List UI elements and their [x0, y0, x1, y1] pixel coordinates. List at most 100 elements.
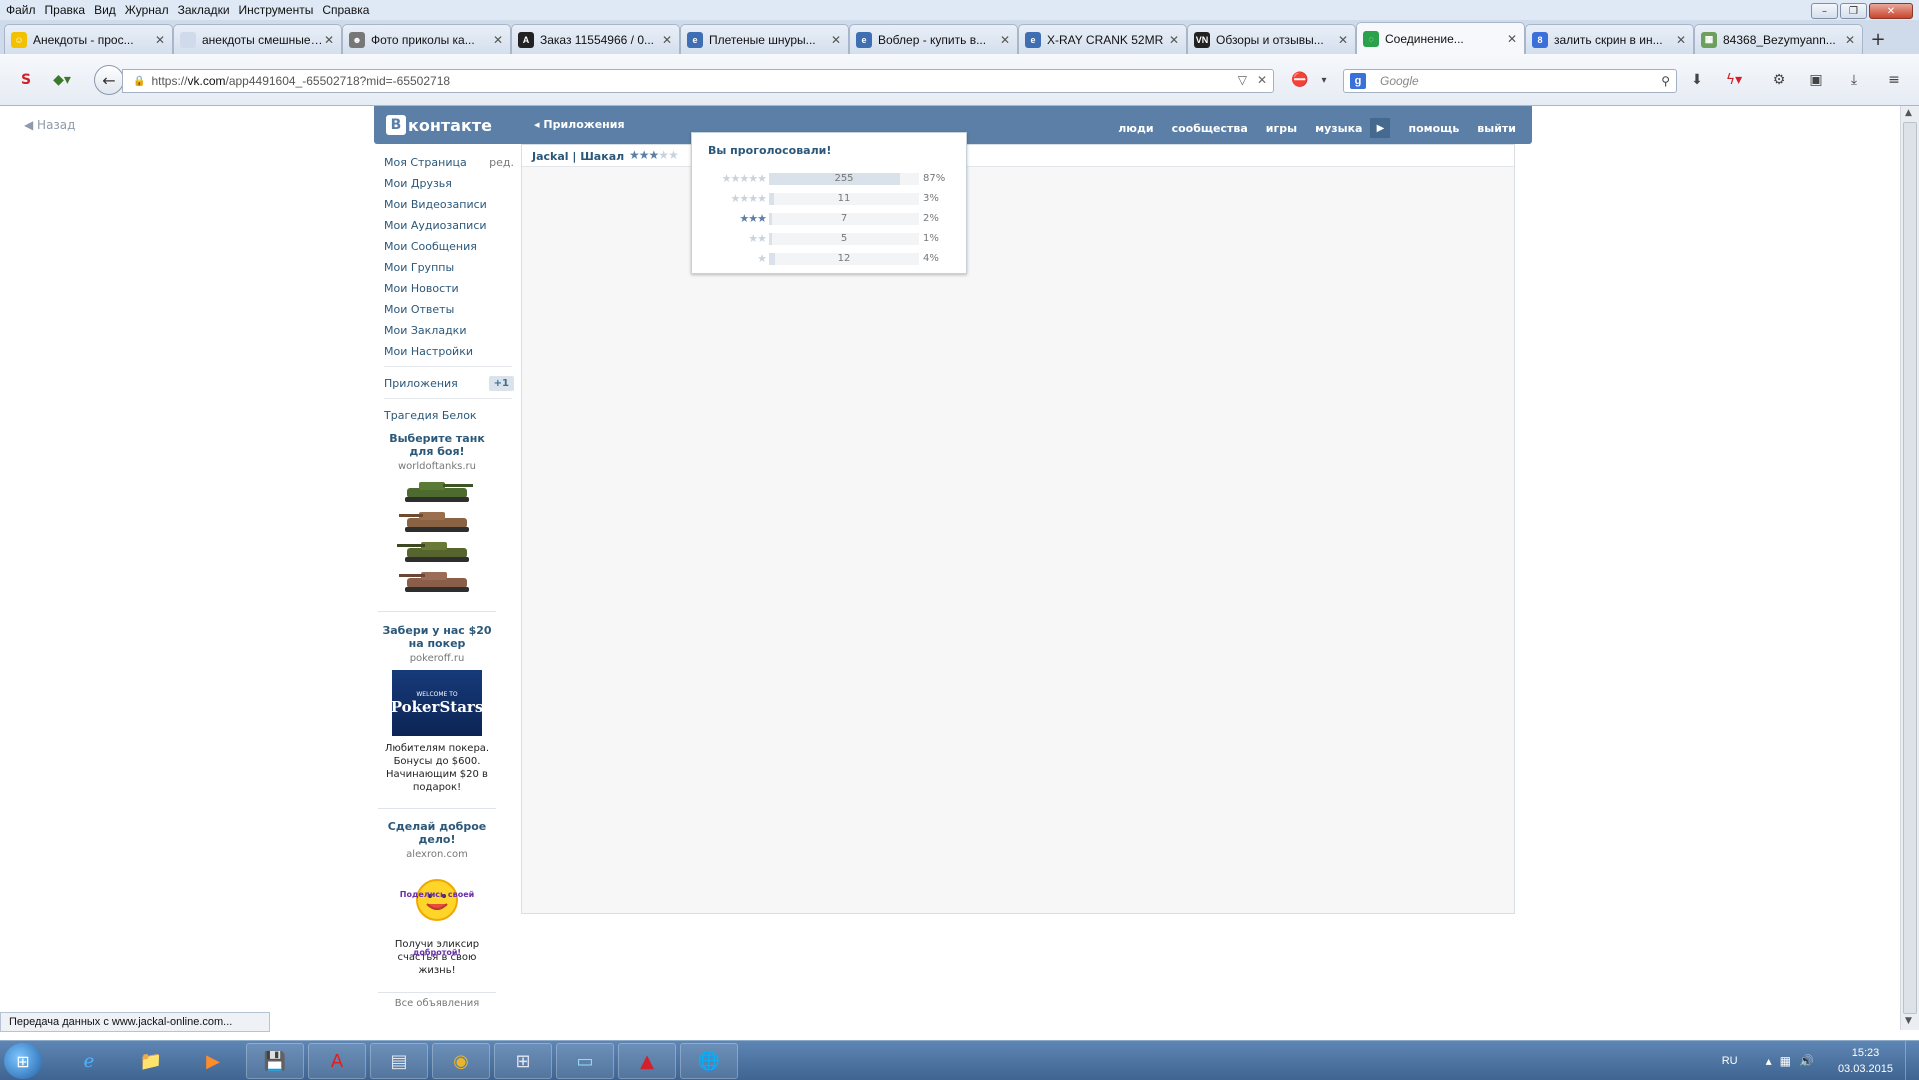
url-bar[interactable]: 🔒 https://vk.com/app4491604_-65502718?mi… [122, 69, 1274, 93]
left-nav-item[interactable]: Мои Ответы [384, 299, 514, 320]
close-tab-icon[interactable]: ✕ [999, 33, 1011, 47]
browser-tab[interactable]: e Плетеные шнуры... ✕ [680, 24, 849, 54]
search-icon[interactable]: ⚲ [1661, 74, 1670, 88]
ad-poker[interactable]: Забери у нас $20 на покер pokeroff.ru WE… [378, 624, 496, 794]
left-nav-item[interactable]: Мои Закладки [384, 320, 514, 341]
menu-item[interactable]: Правка [45, 3, 86, 17]
download-icon[interactable]: ⬇ [1685, 68, 1709, 92]
taskbar-network-icon[interactable]: ⊞ [494, 1043, 552, 1079]
start-button[interactable]: ⊞ [4, 1043, 42, 1079]
top-nav-link[interactable]: помощь [1408, 122, 1459, 135]
taskbar-notepad-icon[interactable]: ▭ [556, 1043, 614, 1079]
back-link[interactable]: ◀ Назад [24, 118, 75, 132]
browser-tab[interactable]: анекдоты смешные п... ✕ [173, 24, 342, 54]
new-tab-button[interactable]: + [1863, 24, 1893, 54]
left-nav-item[interactable]: Моя Страница ред. [384, 152, 514, 173]
show-desktop-button[interactable] [1905, 1041, 1919, 1080]
maximize-button[interactable]: ❐ [1840, 3, 1867, 19]
close-tab-icon[interactable]: ✕ [154, 33, 166, 47]
app-rating-stars[interactable]: ★★★★★ [629, 148, 679, 162]
taskbar-media-player-icon[interactable]: ▶ [184, 1043, 242, 1079]
close-tab-icon[interactable]: ✕ [1844, 33, 1856, 47]
play-icon[interactable]: ▶ [1370, 118, 1391, 138]
taskbar-globe-icon[interactable]: 🌐 [680, 1043, 738, 1079]
search-bar[interactable]: g Google ⚲ [1343, 69, 1677, 93]
minimize-button[interactable]: – [1811, 3, 1838, 19]
browser-tab[interactable]: ▦ 84368_Bezymyann... ✕ [1694, 24, 1863, 54]
ad-kindness[interactable]: Сделай доброе дело! alexron.com Поделись… [378, 820, 496, 977]
all-ads-link[interactable]: Все объявления [378, 998, 496, 1009]
apps-back-link[interactable]: ◂ Приложения [534, 118, 625, 131]
taskbar-autocad-icon[interactable]: ▲ [618, 1043, 676, 1079]
taskbar-chrome-icon[interactable]: ◉ [432, 1043, 490, 1079]
back-button[interactable]: ← [94, 65, 124, 95]
star-icon[interactable]: ★ [639, 148, 650, 162]
addon-s-icon[interactable]: S [14, 68, 38, 92]
browser-tab[interactable]: ☻ Фото приколы ка... ✕ [342, 24, 511, 54]
clock[interactable]: 15:23 03.03.2015 [1838, 1045, 1893, 1077]
close-tab-icon[interactable]: ✕ [1506, 32, 1518, 46]
ad-title[interactable]: Сделай доброе дело! [378, 820, 496, 846]
taskbar-explorer-icon[interactable]: 📁 [122, 1043, 180, 1079]
app-frame[interactable]: Jackal | Шакал ★★★★★ [521, 144, 1515, 914]
camera-icon[interactable]: ⚙ [1767, 68, 1791, 92]
left-nav-item-apps[interactable]: Приложения +1 [384, 373, 514, 394]
save-download-icon[interactable]: ⤓ [1842, 68, 1866, 92]
vertical-scrollbar[interactable]: ▲ ▼ [1900, 106, 1919, 1030]
vk-logo[interactable]: В контакте [386, 115, 492, 135]
browser-tab[interactable]: ☺ Анекдоты - прос... ✕ [4, 24, 173, 54]
top-nav-link[interactable]: выйти [1477, 122, 1516, 135]
left-nav-item[interactable]: Мои Настройки [384, 341, 514, 362]
menu-item[interactable]: Журнал [125, 3, 169, 17]
tray-arrow-icon[interactable]: ▴ [1766, 1054, 1772, 1068]
left-nav-item[interactable]: Мои Друзья [384, 173, 514, 194]
ad-title[interactable]: Забери у нас $20 на покер [378, 624, 496, 650]
taskbar-calculator-icon[interactable]: ▤ [370, 1043, 428, 1079]
close-window-button[interactable]: ✕ [1869, 3, 1913, 19]
scroll-thumb[interactable] [1903, 122, 1917, 1014]
star-icon[interactable]: ★ [668, 148, 679, 162]
menu-item[interactable]: Справка [322, 3, 369, 17]
close-tab-icon[interactable]: ✕ [1675, 33, 1687, 47]
volume-icon[interactable]: 🔊 [1799, 1054, 1814, 1068]
browser-tab[interactable]: 8 залить скрин в ин... ✕ [1525, 24, 1694, 54]
close-tab-icon[interactable]: ✕ [323, 33, 335, 47]
star-icon[interactable]: ★ [629, 148, 640, 162]
browser-tab[interactable]: ◌ Соединение... ✕ [1356, 22, 1525, 54]
close-tab-icon[interactable]: ✕ [492, 33, 504, 47]
flash-icon[interactable]: ϟ▾ [1722, 68, 1746, 92]
addon-block-icon[interactable]: ⛔ [1288, 68, 1312, 92]
scroll-down-icon[interactable]: ▼ [1905, 1016, 1912, 1026]
left-nav-item[interactable]: Мои Новости [384, 278, 514, 299]
menu-icon[interactable]: ≡ [1882, 68, 1906, 92]
addon-box-icon[interactable]: ▣ [1804, 68, 1828, 92]
browser-tab[interactable]: e X-RAY CRANK 52MR ✕ [1018, 24, 1187, 54]
taskbar-ie-icon[interactable]: ℯ [60, 1043, 118, 1079]
left-nav-item-app-shortcut[interactable]: Трагедия Белок [384, 405, 514, 426]
left-nav-item[interactable]: Мои Группы [384, 257, 514, 278]
menu-item[interactable]: Инструменты [239, 3, 314, 17]
scroll-up-icon[interactable]: ▲ [1905, 108, 1912, 118]
addon-dropdown-icon[interactable]: ▾ [1312, 68, 1336, 92]
star-icon[interactable]: ★ [658, 148, 669, 162]
menu-item[interactable]: Файл [6, 3, 36, 17]
pokerstars-image[interactable]: WELCOME TO PokerStars [391, 670, 483, 736]
close-tab-icon[interactable]: ✕ [830, 33, 842, 47]
browser-tab[interactable]: A Заказ 11554966 / 0... ✕ [511, 24, 680, 54]
star-icon[interactable]: ★ [649, 148, 660, 162]
menu-item[interactable]: Закладки [178, 3, 230, 17]
network-tray-icon[interactable]: ▦ [1780, 1054, 1791, 1068]
close-tab-icon[interactable]: ✕ [1337, 33, 1349, 47]
top-nav-link[interactable]: музыка [1315, 122, 1362, 135]
stop-icon[interactable]: ✕ [1257, 73, 1267, 87]
taskbar-save-icon[interactable]: 💾 [246, 1043, 304, 1079]
app-title[interactable]: Jackal | Шакал [532, 150, 624, 163]
browser-tab[interactable]: VN Обзоры и отзывы... ✕ [1187, 24, 1356, 54]
addon-menu-icon[interactable]: ◆▾ [50, 68, 74, 92]
ad-tanks[interactable]: Выберите танк для боя! worldoftanks.ru [378, 432, 496, 601]
top-nav-link[interactable]: сообщества [1172, 122, 1248, 135]
top-nav-link[interactable]: игры [1266, 122, 1297, 135]
language-indicator[interactable]: RU [1722, 1055, 1738, 1067]
left-nav-item[interactable]: Мои Сообщения [384, 236, 514, 257]
taskbar-acrobat-icon[interactable]: A [308, 1043, 366, 1079]
